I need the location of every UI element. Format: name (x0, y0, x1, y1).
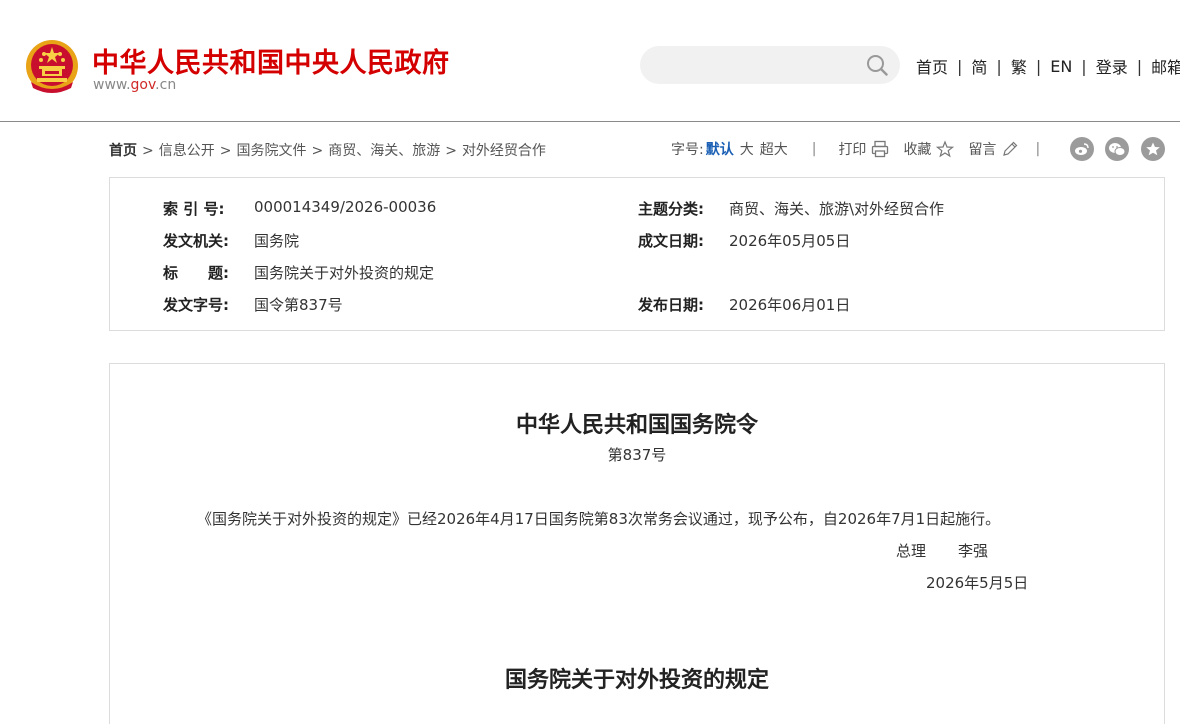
nav-mail[interactable]: 邮箱 (1151, 54, 1180, 78)
breadcrumb-separator: > (219, 143, 232, 159)
print-button[interactable]: 打印 (838, 139, 866, 159)
title-label: 标 题: (163, 264, 229, 282)
printer-icon[interactable] (871, 140, 889, 158)
tools-separator: | (1035, 141, 1041, 157)
wechat-icon[interactable] (1105, 137, 1129, 161)
signer-title: 总理 (896, 542, 927, 560)
document-body: 《国务院关于对外投资的规定》已经2026年4月17日国务院第83次常务会议通过，… (197, 510, 1001, 528)
favorite-button[interactable]: 收藏 (903, 139, 931, 159)
published-date-value: 2026年06月01日 (729, 296, 851, 314)
document-info-box: 索 引 号: 000014349/2026-00036 主题分类: 商贸、海关、… (109, 177, 1165, 331)
site-url[interactable]: www.gov.cn (93, 77, 176, 93)
issuer-value: 国务院 (254, 232, 300, 250)
tools-separator: | (811, 141, 817, 157)
font-size-label: 字号: (671, 142, 704, 158)
index-label: 索 引 号: (163, 200, 225, 218)
written-date-value: 2026年05月05日 (729, 232, 851, 250)
nav-separator: | (1035, 56, 1042, 76)
written-date-label: 成文日期: (638, 232, 704, 250)
breadcrumb-foreign-trade[interactable]: 对外经贸合作 (462, 143, 546, 159)
site-header: 中华人民共和国中央人民政府 www.gov.cn 首页 | 简 | 繁 | EN… (0, 0, 1180, 122)
document-date: 2026年5月5日 (926, 574, 1029, 592)
breadcrumb: 首页 > 信息公开 > 国务院文件 > 商贸、海关、旅游 > 对外经贸合作 (109, 140, 546, 160)
breadcrumb-separator: > (311, 143, 324, 159)
search-box[interactable] (640, 46, 900, 84)
font-large-button[interactable]: 大 (740, 139, 754, 159)
font-xlarge-button[interactable]: 超大 (760, 139, 788, 159)
document-number-value: 国令第837号 (254, 296, 343, 314)
document-number-label: 发文字号: (163, 296, 229, 314)
nav-separator: | (1081, 56, 1087, 76)
nav-simplified[interactable]: 简 (971, 54, 987, 78)
signer-name: 李强 (958, 542, 989, 560)
star-share-icon[interactable] (1141, 137, 1165, 161)
site-title[interactable]: 中华人民共和国中央人民政府 (92, 41, 450, 80)
regulation-heading: 国务院关于对外投资的规定 (504, 668, 769, 693)
nav-separator: | (957, 56, 963, 76)
top-nav: 首页 | 简 | 繁 | EN | 登录 | 邮箱 (916, 54, 1180, 78)
url-prefix: www. (93, 77, 131, 93)
nav-separator: | (996, 56, 1002, 76)
nav-traditional[interactable]: 繁 (1011, 54, 1027, 78)
issuer-label: 发文机关: (163, 232, 229, 250)
comment-button[interactable]: 留言 (968, 139, 996, 159)
title-value: 国务院关于对外投资的规定 (254, 264, 435, 282)
breadcrumb-info-public[interactable]: 信息公开 (159, 143, 215, 159)
url-suffix: .cn (155, 77, 177, 93)
nav-english[interactable]: EN (1050, 57, 1072, 76)
breadcrumb-home[interactable]: 首页 (109, 143, 137, 159)
weibo-icon[interactable] (1070, 137, 1094, 161)
published-date-label: 发布日期: (638, 296, 704, 314)
index-value: 000014349/2026-00036 (254, 198, 437, 216)
document-signature: 总理 李强 (896, 540, 988, 561)
nav-home[interactable]: 首页 (916, 54, 948, 78)
topic-value: 商贸、海关、旅游\对外经贸合作 (729, 200, 945, 218)
article-tools: 字号: 默认 大 超大 | 打印 收藏 留言 | (671, 139, 1056, 159)
pencil-icon[interactable] (1001, 140, 1019, 158)
nav-login[interactable]: 登录 (1096, 54, 1128, 78)
search-icon[interactable] (866, 54, 888, 76)
breadcrumb-separator: > (445, 143, 457, 159)
url-gov: gov (130, 77, 156, 93)
breadcrumb-trade-customs-tourism[interactable]: 商贸、海关、旅游 (328, 143, 440, 159)
font-default-button[interactable]: 默认 (706, 139, 734, 159)
topic-label: 主题分类: (638, 200, 704, 218)
star-icon[interactable] (936, 140, 955, 158)
breadcrumb-separator: > (142, 143, 154, 159)
breadcrumb-state-council-docs[interactable]: 国务院文件 (236, 143, 306, 159)
document-title: 中华人民共和国国务院令 (515, 413, 758, 438)
national-emblem-logo[interactable] (25, 38, 79, 94)
document-number: 第837号 (607, 446, 667, 464)
nav-separator: | (1136, 56, 1143, 76)
